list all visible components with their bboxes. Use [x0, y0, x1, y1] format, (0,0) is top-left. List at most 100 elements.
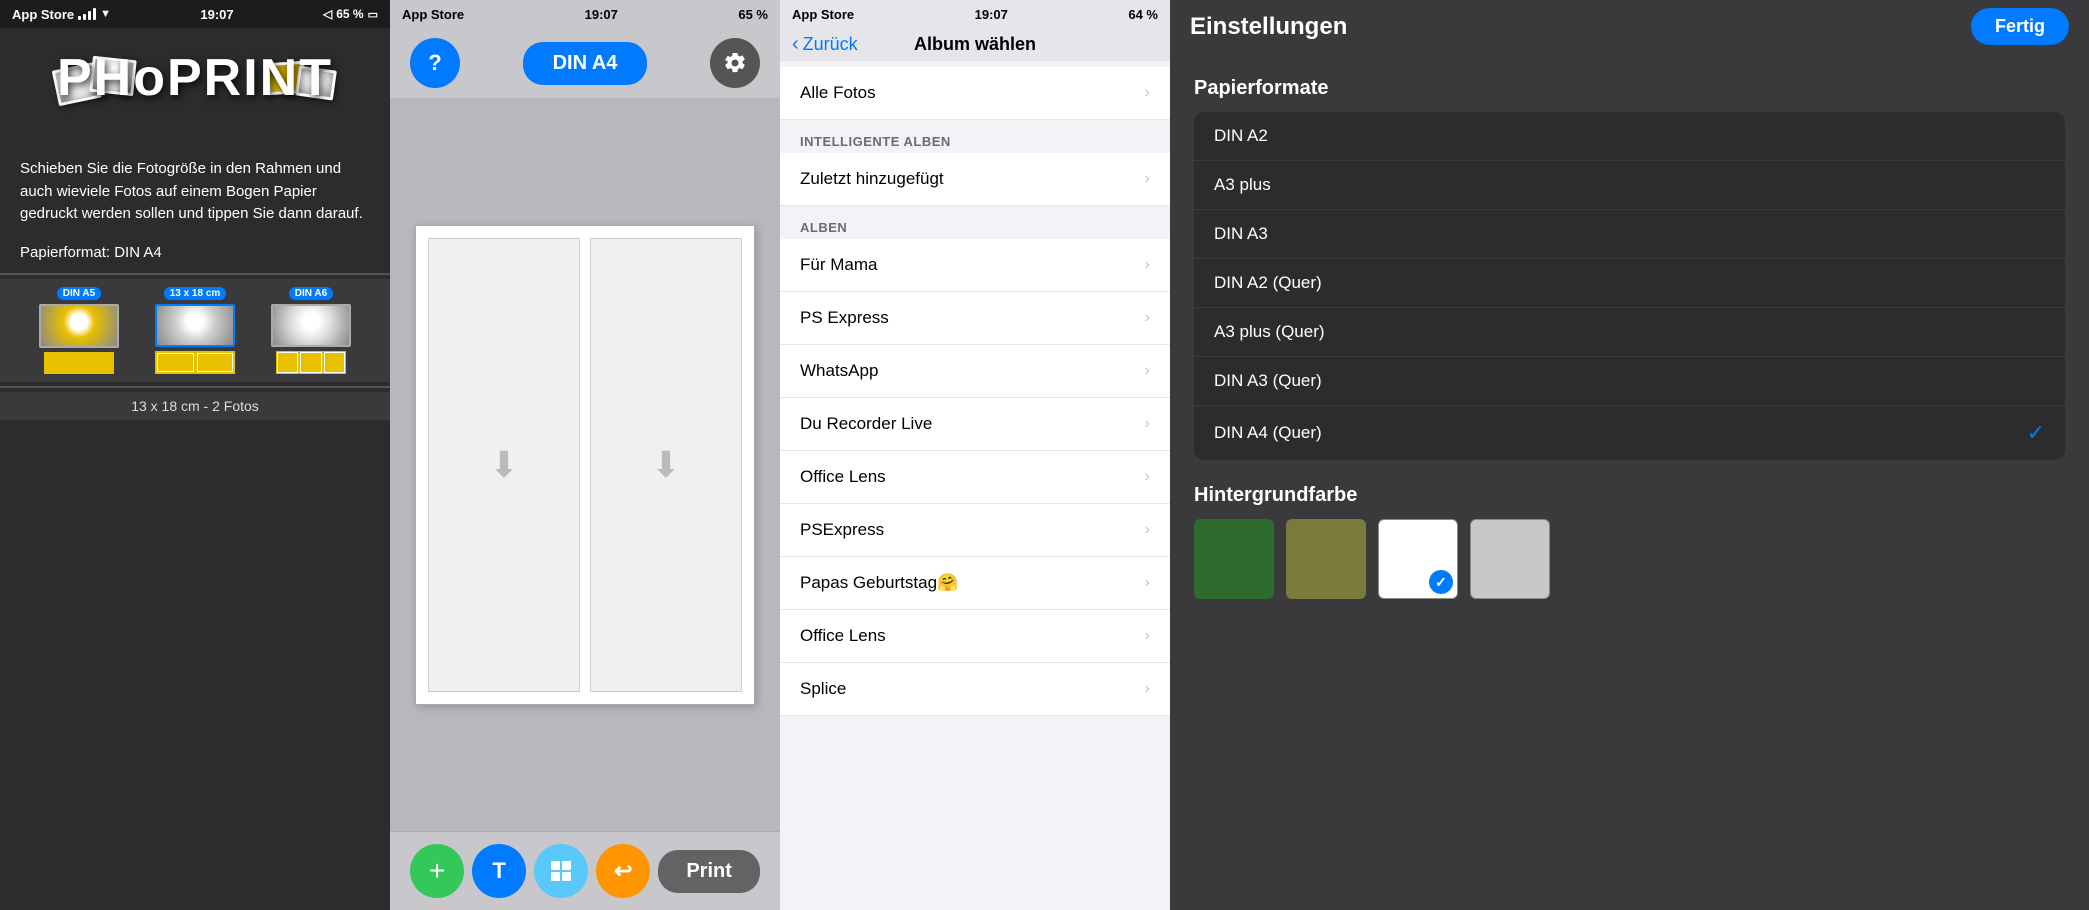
- text-button[interactable]: T: [472, 844, 526, 898]
- logo-wrapper: PHoPRINT: [55, 48, 335, 138]
- paper-format-item-0[interactable]: DIN A2: [1194, 112, 2065, 161]
- size-option-dina6[interactable]: DIN A6: [261, 287, 361, 374]
- paper-format-label-4: A3 plus (Quer): [1214, 322, 1325, 342]
- color-swatch-olive[interactable]: [1286, 519, 1366, 599]
- battery-1: 65 %: [336, 7, 363, 21]
- carrier-2: App Store: [402, 7, 464, 22]
- album-label-1: PS Express: [800, 308, 889, 328]
- photo-canvas: ⬇ ⬇: [415, 225, 755, 705]
- smart-albums-header: INTELLIGENTE ALBEN: [780, 126, 1170, 153]
- time-1: 19:07: [200, 7, 233, 22]
- size-option-dina5[interactable]: DIN A5: [29, 287, 129, 374]
- photo-slot-2[interactable]: ⬇: [590, 238, 742, 692]
- layout-button[interactable]: [534, 844, 588, 898]
- chevron-right-icon-recent: ›: [1145, 170, 1150, 188]
- status-bar-2: App Store 19:07 65 %: [390, 0, 780, 28]
- status-bar-3: App Store 19:07 64 %: [780, 0, 1170, 28]
- album-item-1[interactable]: PS Express ›: [780, 292, 1170, 345]
- size-badge-dina6: DIN A6: [289, 287, 333, 300]
- battery-2: 65 %: [738, 7, 768, 22]
- paper-format-item-1[interactable]: A3 plus: [1194, 161, 2065, 210]
- album-item-4[interactable]: Office Lens ›: [780, 451, 1170, 504]
- yellow-block-13x18: [155, 351, 235, 374]
- settings-navbar: Einstellungen Fertig: [1170, 0, 2089, 53]
- gear-icon: [723, 51, 747, 75]
- album-item-7[interactable]: Office Lens ›: [780, 610, 1170, 663]
- album-item-6[interactable]: Papas Geburtstag🤗 ›: [780, 557, 1170, 610]
- chevron-right-icon-6: ›: [1145, 574, 1150, 592]
- back-button[interactable]: ‹ Zurück: [792, 33, 858, 56]
- paper-format-label-2: DIN A3: [1214, 224, 1268, 244]
- album-item-5[interactable]: PSExpress ›: [780, 504, 1170, 557]
- album-label-0: Für Mama: [800, 255, 877, 275]
- download-icon-1: ⬇: [489, 444, 519, 486]
- settings-title: Einstellungen: [1190, 13, 1347, 41]
- chevron-right-icon-1: ›: [1145, 309, 1150, 327]
- layout-icon: [549, 859, 573, 883]
- chevron-right-icon-4: ›: [1145, 468, 1150, 486]
- album-item-0[interactable]: Für Mama ›: [780, 239, 1170, 292]
- paper-format-item-6[interactable]: DIN A4 (Quer) ✓: [1194, 406, 2065, 460]
- print-button[interactable]: Print: [658, 850, 760, 893]
- home-description: Schieben Sie die Fotogröße in den Rahmen…: [0, 148, 390, 236]
- album-item-8[interactable]: Splice ›: [780, 663, 1170, 716]
- yellow-block-dina5: [44, 352, 114, 374]
- photo-sizes-row: DIN A5 13 x 18 cm DIN A6: [0, 279, 390, 382]
- signal-bar-4: [93, 8, 96, 20]
- color-swatch-light-gray[interactable]: [1470, 519, 1550, 599]
- chevron-right-icon-0: ›: [1145, 256, 1150, 274]
- download-icon-2: ⬇: [651, 444, 681, 486]
- size-thumb-dina5: [39, 304, 119, 348]
- format-button[interactable]: DIN A4: [523, 42, 648, 85]
- chevron-left-icon: ‹: [792, 33, 799, 56]
- chevron-right-icon-8: ›: [1145, 680, 1150, 698]
- paper-format-label-0: DIN A2: [1214, 126, 1268, 146]
- flower-image-13x18: [157, 306, 233, 345]
- status-bar-1: App Store ▼ 19:07 ◁ 65 % ▭: [0, 0, 390, 28]
- paper-format-item-5[interactable]: DIN A3 (Quer): [1194, 357, 2065, 406]
- album-list: Alle Fotos › INTELLIGENTE ALBEN Zuletzt …: [780, 61, 1170, 910]
- flower-image-dina6: [273, 306, 349, 346]
- album-item-all-photos[interactable]: Alle Fotos ›: [780, 67, 1170, 120]
- color-swatch-white[interactable]: [1378, 519, 1458, 599]
- done-button[interactable]: Fertig: [1971, 8, 2069, 45]
- paper-format-item-2[interactable]: DIN A3: [1194, 210, 2065, 259]
- yellow-block-dina6: [276, 351, 346, 373]
- flower-image-dina5: [41, 306, 117, 346]
- color-swatches: [1194, 519, 2065, 599]
- share-icon: ↩: [614, 858, 632, 884]
- album-label-4: Office Lens: [800, 467, 886, 487]
- size-thumb-13x18: [155, 304, 235, 347]
- signal-bar-2: [83, 14, 86, 20]
- time-2: 19:07: [585, 7, 618, 22]
- size-badge-dina5: DIN A5: [57, 287, 101, 300]
- logo-text: PHoPRINT: [55, 48, 335, 108]
- chevron-right-icon-3: ›: [1145, 415, 1150, 433]
- album-label-3: Du Recorder Live: [800, 414, 932, 434]
- photo-slot-1[interactable]: ⬇: [428, 238, 580, 692]
- carrier-3: App Store: [792, 7, 854, 22]
- location-icon-1: ◁: [323, 7, 332, 21]
- chevron-right-icon-all: ›: [1145, 84, 1150, 102]
- settings-content: Papierformate DIN A2 A3 plus DIN A3 DIN …: [1170, 53, 2089, 910]
- settings-button[interactable]: [710, 38, 760, 88]
- share-button[interactable]: ↩: [596, 844, 650, 898]
- footer-label: 13 x 18 cm - 2 Fotos: [0, 392, 390, 420]
- color-swatch-dark-green[interactable]: [1194, 519, 1274, 599]
- paper-format-item-3[interactable]: DIN A2 (Quer): [1194, 259, 2065, 308]
- size-option-13x18[interactable]: 13 x 18 cm: [145, 287, 245, 374]
- paper-format-item-4[interactable]: A3 plus (Quer): [1194, 308, 2065, 357]
- album-item-3[interactable]: Du Recorder Live ›: [780, 398, 1170, 451]
- albums-header: ALBEN: [780, 212, 1170, 239]
- add-button[interactable]: +: [410, 844, 464, 898]
- carrier-1: App Store: [12, 7, 74, 22]
- help-button[interactable]: ?: [410, 38, 460, 88]
- album-item-recently-added[interactable]: Zuletzt hinzugefügt ›: [780, 153, 1170, 206]
- album-label-6: Papas Geburtstag🤗: [800, 573, 958, 593]
- paper-format-label-5: DIN A3 (Quer): [1214, 371, 1322, 391]
- album-item-2[interactable]: WhatsApp ›: [780, 345, 1170, 398]
- status-left-1: App Store ▼: [12, 7, 111, 22]
- check-icon-6: ✓: [2027, 420, 2045, 446]
- panel-editor: App Store 19:07 65 % ? DIN A4 ⬇ ⬇ + T: [390, 0, 780, 910]
- panel-home: App Store ▼ 19:07 ◁ 65 % ▭: [0, 0, 390, 910]
